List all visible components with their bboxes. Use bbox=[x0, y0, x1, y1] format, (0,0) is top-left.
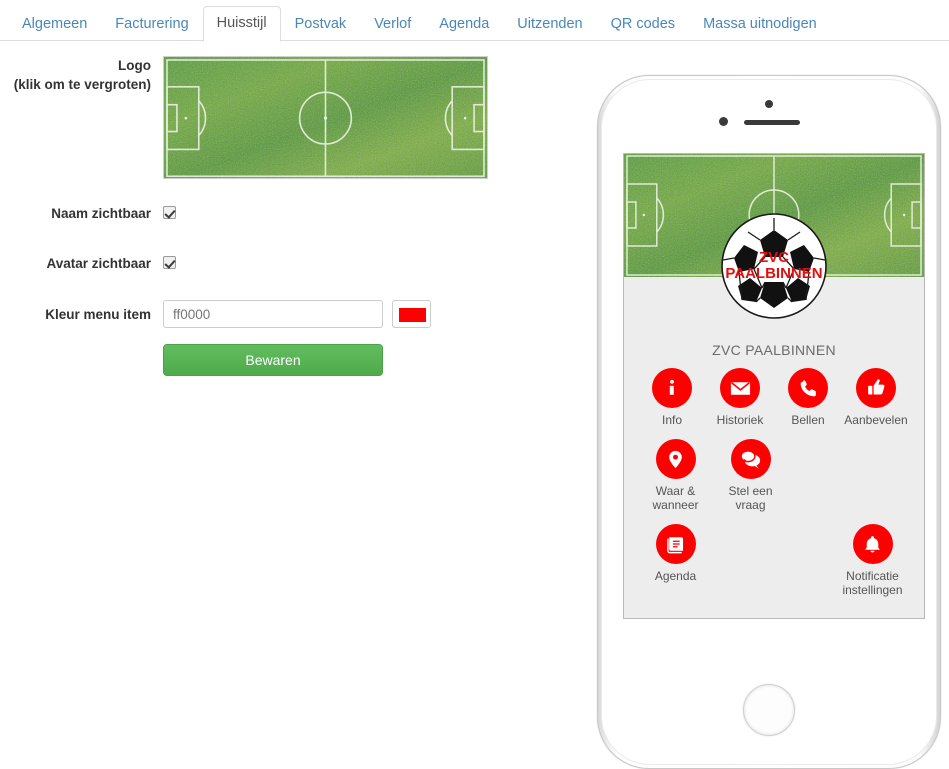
menu-item-label: Notificatie instellingen bbox=[842, 569, 903, 597]
menu-row: Waar & wanneer Stel een vraag bbox=[638, 439, 910, 512]
tab-label: Facturering bbox=[115, 15, 189, 32]
avatar-zichtbaar-row: Avatar zichtbaar bbox=[0, 238, 560, 288]
chat-bubbles-icon bbox=[730, 439, 771, 479]
menu-item-stel-een-vraag[interactable]: Stel een vraag bbox=[713, 439, 788, 512]
logo-label: Logo (klik om te vergroten) bbox=[0, 56, 163, 94]
soccer-ball-logo-icon: ZVC PAALBINNEN bbox=[721, 213, 827, 319]
tab-label: Algemeen bbox=[22, 15, 88, 32]
avatar-zichtbaar-field bbox=[163, 254, 560, 272]
phone-icon bbox=[788, 368, 828, 408]
menu-item-waar-wanneer[interactable]: Waar & wanneer bbox=[638, 439, 713, 512]
home-button[interactable] bbox=[743, 684, 795, 736]
tab-label: Uitzenden bbox=[517, 15, 583, 32]
tab-algemeen[interactable]: Algemeen bbox=[8, 7, 101, 43]
tab-label: Agenda bbox=[439, 15, 490, 32]
tab-label: QR codes bbox=[610, 15, 676, 32]
tab-massa-uitnodigen[interactable]: Massa uitnodigen bbox=[689, 7, 831, 43]
menu-row: Agenda Notificatie instellingen bbox=[638, 524, 910, 597]
tab-label: Huisstijl bbox=[216, 14, 267, 31]
logo-field bbox=[163, 56, 560, 179]
huisstijl-form: Logo (klik om te vergroten) Naam zichtba… bbox=[0, 56, 560, 376]
tab-postvak[interactable]: Postvak bbox=[281, 7, 361, 43]
avatar: ZVC PAALBINNEN bbox=[720, 212, 828, 320]
soccer-pitch-image bbox=[164, 57, 487, 178]
color-swatch bbox=[399, 308, 427, 322]
phone-mockup: ZVC PAALBINNEN ZVC PAALBINNEN Info Histo… bbox=[597, 75, 941, 769]
naam-zichtbaar-label: Naam zichtbaar bbox=[51, 205, 151, 221]
menu-item-label: Stel een vraag bbox=[728, 484, 773, 512]
logo-label-line1: Logo bbox=[118, 58, 151, 73]
menu-item-label: Info bbox=[661, 413, 682, 427]
menu-item-label: Historiek bbox=[716, 413, 764, 427]
tab-qr-codes[interactable]: QR codes bbox=[597, 7, 689, 43]
kleur-menu-item-input[interactable] bbox=[163, 300, 383, 328]
tab-label: Postvak bbox=[294, 15, 347, 32]
book-icon bbox=[655, 524, 696, 564]
tab-facturering[interactable]: Facturering bbox=[101, 7, 202, 43]
tab-huisstijl[interactable]: Huisstijl bbox=[202, 5, 281, 42]
envelope-icon bbox=[720, 368, 760, 408]
menu-item-label: Agenda bbox=[654, 569, 697, 583]
avatar-zichtbaar-label: Avatar zichtbaar bbox=[46, 255, 151, 271]
logo-preview-image[interactable] bbox=[163, 56, 488, 179]
logo-row: Logo (klik om te vergroten) bbox=[0, 56, 560, 188]
menu-item-label: Waar & wanneer bbox=[652, 484, 699, 512]
naam-zichtbaar-checkbox[interactable] bbox=[163, 206, 176, 220]
tab-bar: Algemeen Facturering Huisstijl Postvak V… bbox=[0, 0, 949, 43]
avatar-text-line1: ZVC bbox=[759, 249, 789, 266]
menu-item-agenda[interactable]: Agenda bbox=[638, 524, 713, 597]
tab-label: Massa uitnodigen bbox=[703, 15, 817, 32]
phone-body: ZVC PAALBINNEN ZVC PAALBINNEN Info Histo… bbox=[601, 79, 937, 765]
kleur-menu-item-row: Kleur menu item bbox=[0, 288, 560, 340]
tab-list: Algemeen Facturering Huisstijl Postvak V… bbox=[8, 0, 831, 43]
club-name: ZVC PAALBINNEN bbox=[712, 342, 836, 358]
location-pin-icon bbox=[655, 439, 696, 479]
logo-label-line2: (klik om te vergroten) bbox=[13, 77, 151, 92]
menu-item-aanbevelen[interactable]: Aanbevelen bbox=[842, 368, 910, 427]
save-row: Bewaren bbox=[0, 344, 560, 376]
kleur-menu-item-label: Kleur menu item bbox=[45, 306, 151, 322]
earpiece-speaker-icon bbox=[744, 120, 800, 125]
menu-item-info[interactable]: Info bbox=[638, 368, 706, 427]
thumbs-up-icon bbox=[856, 368, 896, 408]
menu-item-label: Aanbevelen bbox=[844, 413, 908, 427]
app-preview-screen: ZVC PAALBINNEN ZVC PAALBINNEN Info Histo… bbox=[623, 153, 925, 619]
tab-verlof[interactable]: Verlof bbox=[360, 7, 425, 43]
tab-label: Verlof bbox=[374, 15, 412, 32]
avatar-zichtbaar-checkbox[interactable] bbox=[163, 256, 176, 270]
naam-zichtbaar-row: Naam zichtbaar bbox=[0, 188, 560, 238]
avatar-text-line2: PAALBINNEN bbox=[725, 265, 822, 282]
save-field: Bewaren bbox=[163, 344, 560, 376]
menu-item-bellen[interactable]: Bellen bbox=[774, 368, 842, 427]
proximity-sensor-icon bbox=[765, 100, 773, 108]
menu-item-label: Bellen bbox=[791, 413, 825, 427]
tab-uitzenden[interactable]: Uitzenden bbox=[503, 7, 596, 43]
bell-icon bbox=[852, 524, 893, 564]
save-button[interactable]: Bewaren bbox=[163, 344, 383, 376]
naam-zichtbaar-field bbox=[163, 204, 560, 222]
kleur-menu-item-field bbox=[163, 300, 560, 328]
info-icon bbox=[652, 368, 692, 408]
tab-agenda[interactable]: Agenda bbox=[425, 7, 503, 43]
color-picker-button[interactable] bbox=[392, 300, 432, 328]
menu-item-notificatie-instellingen[interactable]: Notificatie instellingen bbox=[835, 524, 910, 597]
app-menu-grid: Info Historiek Bellen Aanbevelen Waar & … bbox=[624, 368, 924, 609]
front-camera-icon bbox=[719, 117, 728, 126]
menu-row: Info Historiek Bellen Aanbevelen bbox=[638, 368, 910, 427]
menu-item-historiek[interactable]: Historiek bbox=[706, 368, 774, 427]
